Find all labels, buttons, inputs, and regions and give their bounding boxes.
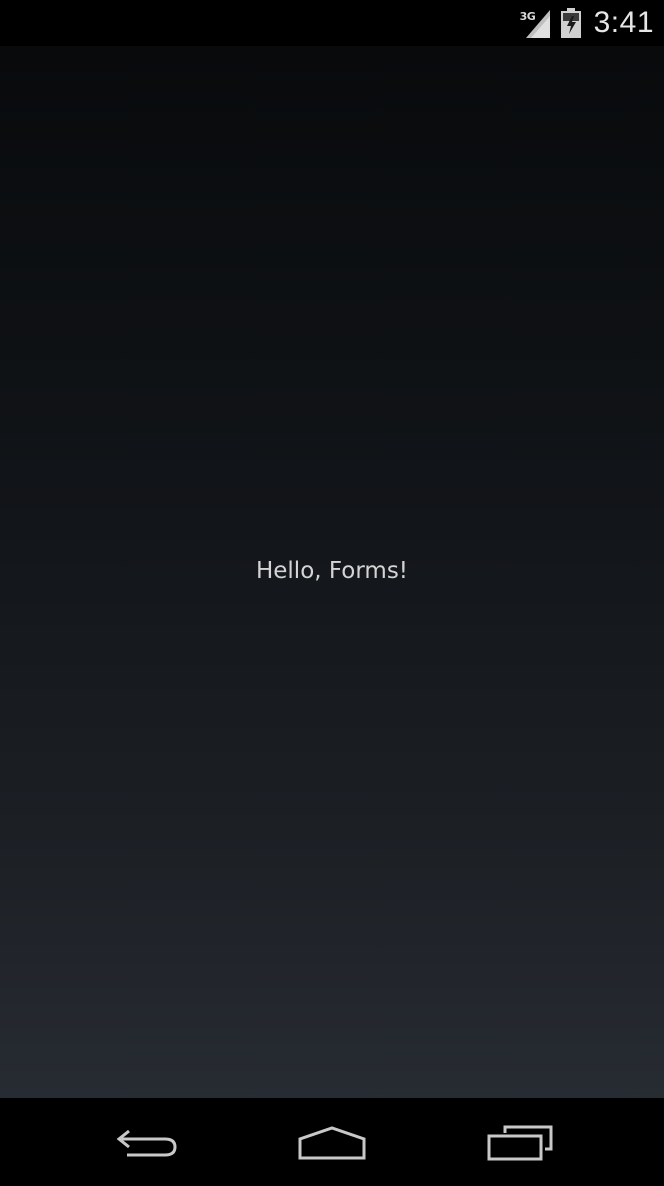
app-content: Hello, Forms! bbox=[0, 46, 664, 1098]
back-icon bbox=[116, 1129, 177, 1157]
navigation-bar bbox=[0, 1098, 664, 1186]
recent-apps-button[interactable] bbox=[465, 1118, 575, 1168]
status-bar: 3G 3:41 bbox=[0, 0, 664, 46]
status-clock: 3:41 bbox=[593, 6, 654, 39]
signal-indicator: 3G bbox=[520, 6, 554, 40]
recent-apps-icon bbox=[487, 1125, 553, 1161]
status-icons: 3G 3:41 bbox=[520, 4, 654, 42]
phone-screen: 3G 3:41 Hello, Forms! bbox=[0, 0, 664, 1186]
home-button[interactable] bbox=[277, 1118, 387, 1168]
hello-label: Hello, Forms! bbox=[255, 558, 409, 584]
back-button[interactable] bbox=[92, 1118, 202, 1168]
signal-icon bbox=[525, 10, 550, 38]
battery-icon bbox=[560, 8, 581, 38]
home-icon bbox=[298, 1126, 366, 1160]
